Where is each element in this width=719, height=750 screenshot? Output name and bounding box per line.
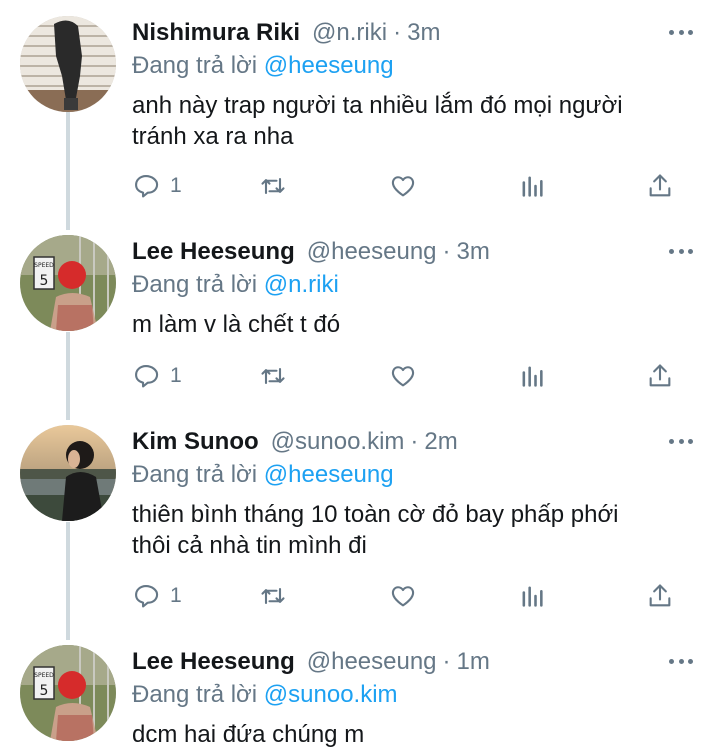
mention-link[interactable]: @sunoo.kim: [264, 681, 398, 708]
replying-to: Đang trả lời @sunoo.kim: [132, 681, 398, 709]
user-handle[interactable]: @heeseung: [307, 648, 437, 676]
reply-button[interactable]: 1: [132, 581, 182, 611]
share-icon: [649, 584, 671, 607]
like-icon: [391, 586, 415, 607]
reply-prefix: Đang trả lời: [132, 52, 258, 79]
analytics-button[interactable]: [518, 361, 546, 391]
retweet-button[interactable]: [259, 171, 287, 201]
user-handle[interactable]: @n.riki: [312, 19, 387, 47]
replying-to: Đang trả lời @n.riki: [132, 271, 339, 299]
separator-dot: ·: [442, 648, 451, 675]
timestamp[interactable]: 3m: [407, 19, 440, 47]
tweet-actions: 1: [132, 581, 692, 611]
like-button[interactable]: [389, 581, 417, 611]
tweet[interactable]: SPEED 5 Lee Heeseung @heeseung · 1m Đang…: [0, 645, 719, 750]
share-button[interactable]: [646, 361, 674, 391]
replying-to: Đang trả lời @heeseung: [132, 52, 394, 80]
tweet-text-line: tránh xa ra nha: [132, 123, 294, 150]
mention-link[interactable]: @heeseung: [264, 52, 394, 79]
svg-text:5: 5: [40, 273, 49, 289]
avatar[interactable]: [20, 425, 116, 521]
reply-prefix: Đang trả lời: [132, 681, 258, 708]
reply-prefix: Đang trả lời: [132, 271, 258, 298]
analytics-button[interactable]: [518, 171, 546, 201]
reply-icon: [135, 175, 159, 198]
reply-count: 1: [170, 584, 182, 607]
share-icon: [649, 174, 671, 197]
replying-to: Đang trả lời @heeseung: [132, 461, 394, 489]
svg-text:5: 5: [40, 683, 49, 699]
more-icon[interactable]: [669, 243, 693, 259]
like-icon: [391, 366, 415, 387]
avatar[interactable]: SPEED 5: [20, 235, 116, 331]
reply-count: 1: [170, 174, 182, 197]
like-button[interactable]: [389, 171, 417, 201]
analytics-icon: [522, 176, 543, 197]
analytics-button[interactable]: [518, 581, 546, 611]
tweet-text: thiên bình tháng 10 toàn cờ đỏ bay phấp …: [132, 499, 692, 561]
reply-button[interactable]: 1: [132, 171, 182, 201]
share-button[interactable]: [646, 171, 674, 201]
separator-dot: ·: [442, 238, 451, 265]
retweet-icon: [261, 367, 285, 385]
retweet-icon: [261, 587, 285, 605]
reply-prefix: Đang trả lời: [132, 461, 258, 488]
tweet[interactable]: SPEED 5 Lee Heeseung @heeseung · 3m Đang…: [0, 235, 719, 410]
reply-button[interactable]: 1: [132, 361, 182, 391]
tweet-text: m làm v là chết t đó: [132, 309, 692, 340]
tweet-text: dcm hai đứa chúng m: [132, 719, 692, 750]
separator-dot: ·: [393, 19, 402, 46]
tweet-actions: 1: [132, 361, 692, 391]
timestamp[interactable]: 3m: [457, 238, 490, 266]
timestamp[interactable]: 1m: [457, 648, 490, 676]
reply-icon: [135, 365, 159, 388]
avatar[interactable]: [20, 16, 116, 112]
svg-text:SPEED: SPEED: [34, 672, 54, 679]
like-button[interactable]: [389, 361, 417, 391]
retweet-button[interactable]: [259, 581, 287, 611]
like-icon: [391, 176, 415, 197]
analytics-icon: [522, 366, 543, 387]
tweet-text-line: anh này trap người ta nhiều lắm đó mọi n…: [132, 92, 623, 119]
user-handle[interactable]: @sunoo.kim: [271, 428, 405, 456]
retweet-icon: [261, 177, 285, 195]
timestamp[interactable]: 2m: [424, 428, 457, 456]
display-name[interactable]: Lee Heeseung: [132, 238, 295, 266]
display-name[interactable]: Nishimura Riki: [132, 19, 300, 47]
tweet-text-line: m làm v là chết t đó: [132, 311, 341, 338]
display-name[interactable]: Kim Sunoo: [132, 428, 259, 456]
mention-link[interactable]: @n.riki: [264, 271, 339, 298]
more-icon[interactable]: [669, 653, 693, 669]
user-handle[interactable]: @heeseung: [307, 238, 437, 266]
svg-text:SPEED: SPEED: [34, 262, 54, 269]
more-icon[interactable]: [669, 24, 693, 40]
display-name[interactable]: Lee Heeseung: [132, 648, 295, 676]
more-icon[interactable]: [669, 433, 693, 449]
tweet[interactable]: Kim Sunoo @sunoo.kim · 2m Đang trả lời @…: [0, 425, 719, 620]
share-button[interactable]: [646, 581, 674, 611]
tweet-text-line: thôi cả nhà tin mình đi: [132, 532, 367, 559]
reply-count: 1: [170, 364, 182, 387]
avatar[interactable]: SPEED 5: [20, 645, 116, 741]
tweet-text-line: thiên bình tháng 10 toàn cờ đỏ bay phấp …: [132, 501, 619, 528]
share-icon: [649, 364, 671, 387]
tweet-text: anh này trap người ta nhiều lắm đó mọi n…: [132, 90, 692, 152]
retweet-button[interactable]: [259, 361, 287, 391]
tweet[interactable]: Nishimura Riki @n.riki · 3m Đang trả lời…: [0, 16, 719, 216]
tweet-text-line: dcm hai đứa chúng m: [132, 721, 365, 748]
separator-dot: ·: [410, 428, 419, 455]
analytics-icon: [522, 586, 543, 607]
tweet-actions: 1: [132, 171, 692, 201]
mention-link[interactable]: @heeseung: [264, 461, 394, 488]
reply-icon: [135, 585, 159, 608]
